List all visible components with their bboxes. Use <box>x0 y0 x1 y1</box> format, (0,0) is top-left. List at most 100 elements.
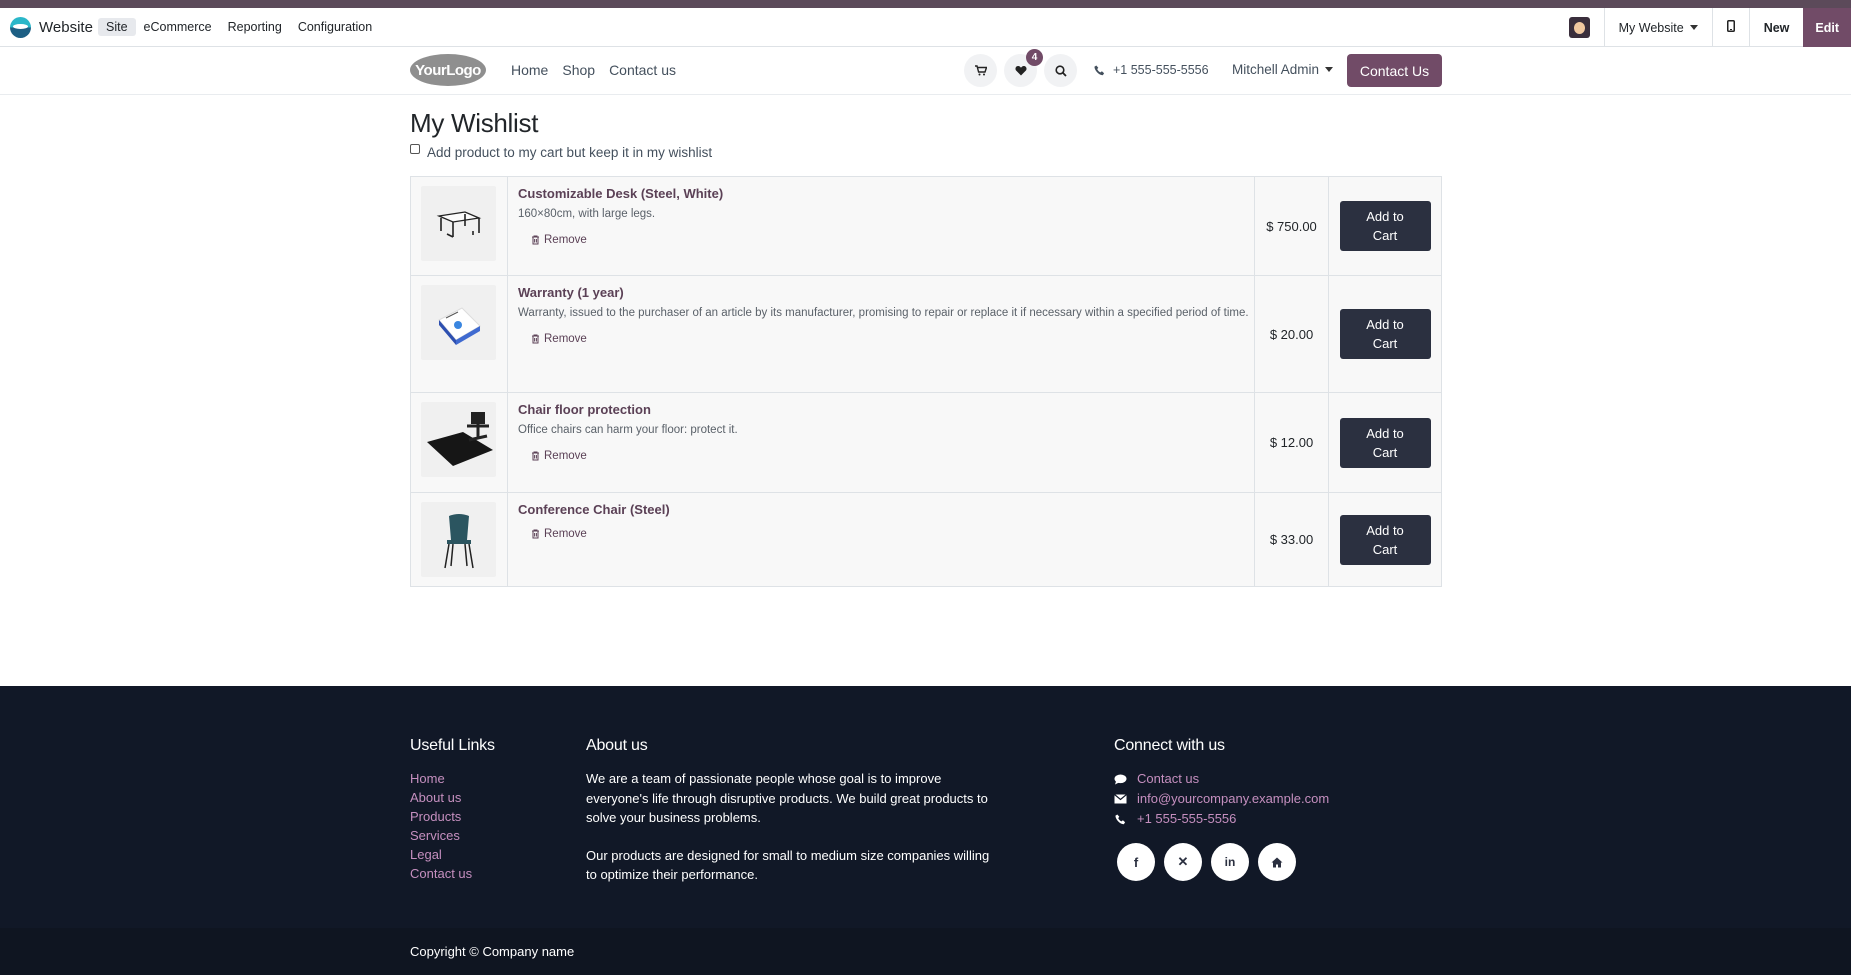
footer-link-legal[interactable]: Legal <box>410 845 560 864</box>
website-selector-label: My Website <box>1618 20 1684 35</box>
connect-title: Connect with us <box>1114 737 1225 754</box>
edit-button[interactable]: Edit <box>1803 8 1851 47</box>
chevron-down-icon <box>1689 25 1698 30</box>
trash-icon <box>532 529 539 539</box>
wishlist-row: Customizable Desk (Steel, White) 160×80c… <box>411 177 1441 276</box>
trash-icon <box>532 334 539 344</box>
footer-link-home[interactable]: Home <box>410 769 560 788</box>
add-to-cart-button[interactable]: Add to Cart <box>1339 201 1431 251</box>
footer-phone-link[interactable]: +1 555-555-5556 <box>1114 809 1414 829</box>
heart-icon <box>1014 66 1027 76</box>
product-info: Customizable Desk (Steel, White) 160×80c… <box>518 186 1251 246</box>
site-header: YourLogo Home Shop Contact us 4 +1 555-5… <box>0 47 1851 95</box>
menu-reporting[interactable]: Reporting <box>220 18 290 36</box>
remove-button[interactable]: Remove <box>531 234 1251 246</box>
product-price: $ 750.00 <box>1254 177 1329 275</box>
chair-mat-icon[interactable] <box>421 402 496 477</box>
wishlist-row: Warranty (1 year) Warranty, issued to th… <box>411 276 1441 393</box>
facebook-icon[interactable]: f <box>1117 843 1155 881</box>
footer-link-products[interactable]: Products <box>410 807 560 826</box>
remove-button[interactable]: Remove <box>531 450 1251 462</box>
nav-contact[interactable]: Contact us <box>609 62 676 78</box>
wishlist-count-badge: 4 <box>1026 49 1043 66</box>
warranty-box-icon[interactable] <box>421 285 496 360</box>
search-icon <box>1054 64 1067 77</box>
footer-contact-link[interactable]: Contact us <box>1114 769 1414 789</box>
add-to-cart-button[interactable]: Add to Cart <box>1339 417 1431 468</box>
website-selector[interactable]: My Website <box>1605 21 1712 35</box>
remove-button[interactable]: Remove <box>531 333 1251 345</box>
remove-label: Remove <box>544 528 587 540</box>
site-logo[interactable]: YourLogo <box>410 54 486 86</box>
footer-link-about[interactable]: About us <box>410 788 560 807</box>
comment-icon <box>1114 774 1127 784</box>
product-name[interactable]: Customizable Desk (Steel, White) <box>518 186 1251 201</box>
connect-with-us: Connect with us Contact us info@yourcomp… <box>1114 737 1414 881</box>
contact-us-button[interactable]: Contact Us <box>1347 54 1442 87</box>
product-info: Warranty (1 year) Warranty, issued to th… <box>518 285 1251 345</box>
product-description: Warranty, issued to the purchaser of an … <box>518 307 1249 319</box>
product-name[interactable]: Chair floor protection <box>518 402 1251 417</box>
cart-icon <box>974 65 987 76</box>
about-paragraph-1: We are a team of passionate people whose… <box>586 771 988 825</box>
product-name[interactable]: Conference Chair (Steel) <box>518 502 1251 517</box>
home-icon[interactable] <box>1258 843 1296 881</box>
linkedin-icon[interactable]: in <box>1211 843 1249 881</box>
admin-menu: Site eCommerce Reporting Configuration <box>98 18 380 36</box>
phone-icon <box>1115 814 1126 824</box>
site-footer: Useful Links Home About us Products Serv… <box>0 686 1851 928</box>
user-menu[interactable]: Mitchell Admin <box>1232 62 1334 77</box>
add-to-cart-cell: Add to Cart <box>1329 493 1441 586</box>
add-to-cart-button[interactable]: Add to Cart <box>1339 514 1431 565</box>
add-to-cart-button[interactable]: Add to Cart <box>1339 309 1431 359</box>
keep-in-wishlist-option[interactable]: Add product to my cart but keep it in my… <box>410 143 713 160</box>
keep-in-wishlist-checkbox[interactable] <box>410 143 420 154</box>
main-nav: Home Shop Contact us <box>511 62 676 78</box>
page-title: My Wishlist <box>410 108 539 138</box>
keep-in-wishlist-label: Add product to my cart but keep it in my… <box>427 145 713 160</box>
product-price: $ 12.00 <box>1254 393 1329 492</box>
footer-link-services[interactable]: Services <box>410 826 560 845</box>
wishlist-table: Customizable Desk (Steel, White) 160×80c… <box>410 176 1442 587</box>
chevron-down-icon <box>1325 67 1334 72</box>
mobile-icon <box>1726 20 1735 32</box>
footer-contact-text: Contact us <box>1137 771 1200 786</box>
wishlist-row: Conference Chair (Steel) Remove $ 33.00 … <box>411 493 1441 586</box>
product-name[interactable]: Warranty (1 year) <box>518 285 1251 300</box>
desk-icon[interactable] <box>421 186 496 261</box>
search-button[interactable] <box>1044 54 1077 87</box>
product-description: 160×80cm, with large legs. <box>518 208 656 220</box>
envelope-icon <box>1114 794 1127 804</box>
footer-phone-text: +1 555-555-5556 <box>1137 811 1237 826</box>
footer-link-contact[interactable]: Contact us <box>410 864 560 883</box>
remove-label: Remove <box>544 450 587 462</box>
x-icon[interactable]: ✕ <box>1164 843 1202 881</box>
social-links: f ✕ in <box>1117 843 1414 881</box>
user-avatar[interactable] <box>1568 17 1590 38</box>
trash-icon <box>532 451 539 461</box>
app-name: Website <box>39 19 93 36</box>
new-button[interactable]: New <box>1750 8 1804 47</box>
admin-bar: Website Site eCommerce Reporting Configu… <box>0 8 1851 47</box>
about-us: About us We are a team of passionate peo… <box>586 737 1001 885</box>
odoo-logo-icon <box>10 17 31 38</box>
app-brand[interactable]: Website <box>10 17 93 38</box>
product-image-cell <box>411 177 508 275</box>
menu-configuration[interactable]: Configuration <box>290 18 380 36</box>
mobile-preview-button[interactable] <box>1713 20 1749 35</box>
footer-email-link[interactable]: info@yourcompany.example.com <box>1114 789 1414 809</box>
remove-button[interactable]: Remove <box>531 528 1251 540</box>
menu-ecommerce[interactable]: eCommerce <box>136 18 220 36</box>
chair-icon[interactable] <box>421 502 496 577</box>
phone-icon <box>1094 65 1105 75</box>
nav-shop[interactable]: Shop <box>562 62 595 78</box>
useful-links-title: Useful Links <box>410 737 495 754</box>
header-phone[interactable]: +1 555-555-5556 <box>1094 63 1209 77</box>
footer-email-text: info@yourcompany.example.com <box>1137 791 1330 806</box>
cart-button[interactable] <box>964 54 997 87</box>
nav-home[interactable]: Home <box>511 62 548 78</box>
wishlist-button[interactable]: 4 <box>1004 49 1043 87</box>
product-description: Office chairs can harm your floor: prote… <box>518 424 738 436</box>
product-info: Conference Chair (Steel) Remove <box>518 502 1251 540</box>
menu-site[interactable]: Site <box>98 18 136 36</box>
